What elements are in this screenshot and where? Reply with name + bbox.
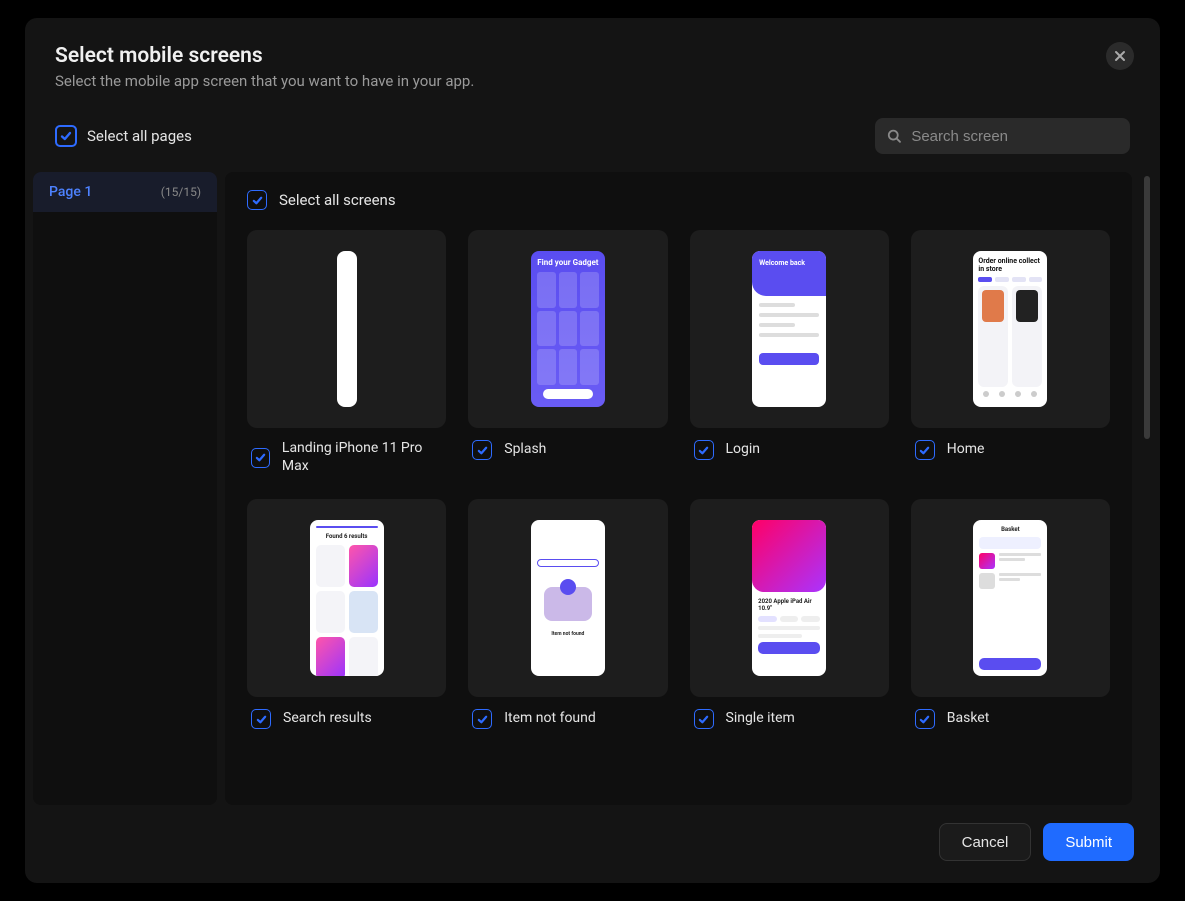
screen-card-single-item: 2020 Apple iPad Air 10.9" Sin (690, 499, 889, 729)
screen-card-splash: Find your Gadget Splash (468, 230, 667, 475)
screen-checkbox[interactable] (472, 440, 492, 460)
screen-name: Single item (726, 710, 795, 728)
screen-checkbox[interactable] (472, 709, 492, 729)
modal-footer: Cancel Submit (25, 805, 1160, 883)
phone-preview: Welcome back (752, 251, 826, 407)
screens-panel: Select all screens Landing iPhone 11 Pro… (225, 172, 1132, 805)
screen-thumbnail[interactable]: Found 6 results (247, 499, 446, 697)
screen-checkbox[interactable] (915, 440, 935, 460)
screen-thumbnail[interactable]: Item not found (468, 499, 667, 697)
page-count: (15/15) (161, 185, 201, 199)
thumb-headline: Order online collect in store (978, 257, 1042, 273)
screen-card-basket: Basket Basket (911, 499, 1110, 729)
select-all-pages-checkbox[interactable] (55, 125, 77, 147)
check-icon (256, 714, 267, 725)
screen-name: Home (947, 441, 985, 459)
submit-button[interactable]: Submit (1043, 823, 1134, 861)
select-all-screens[interactable]: Select all screens (247, 190, 1110, 210)
phone-preview: Basket (973, 520, 1047, 676)
search-icon (887, 128, 901, 144)
thumb-headline: Found 6 results (316, 533, 378, 540)
check-icon (477, 445, 488, 456)
modal-title: Select mobile screens (55, 44, 1130, 68)
phone-preview: Find your Gadget (531, 251, 605, 407)
select-all-pages[interactable]: Select all pages (55, 125, 192, 147)
select-all-pages-label: Select all pages (87, 127, 192, 145)
scrollbar-thumb[interactable] (1144, 176, 1150, 439)
screen-thumbnail[interactable]: 2020 Apple iPad Air 10.9" (690, 499, 889, 697)
screens-grid: Landing iPhone 11 Pro Max Find your Gadg… (247, 230, 1110, 729)
screen-card-login: Welcome back (690, 230, 889, 475)
screen-name: Search results (283, 710, 372, 728)
phone-preview: Order online collect in store (973, 251, 1047, 407)
thumb-headline: Find your Gadget (537, 259, 598, 268)
controls-row: Select all pages (25, 108, 1160, 172)
screen-thumbnail[interactable]: Basket (911, 499, 1110, 697)
check-icon (60, 130, 72, 142)
thumb-headline: Basket (979, 526, 1041, 533)
sidebar-page-item[interactable]: Page 1 (15/15) (33, 172, 217, 212)
thumb-headline: 2020 Apple iPad Air 10.9" (758, 598, 820, 612)
screen-checkbox[interactable] (694, 709, 714, 729)
check-icon (698, 714, 709, 725)
select-screens-modal: Select mobile screens Select the mobile … (25, 18, 1160, 883)
close-icon (1114, 50, 1126, 62)
modal-subtitle: Select the mobile app screen that you wa… (55, 72, 1130, 90)
phone-preview: Found 6 results (310, 520, 384, 676)
check-icon (477, 714, 488, 725)
phone-preview: Item not found (531, 520, 605, 676)
screen-card-not-found: Item not found Item not found (468, 499, 667, 729)
select-all-screens-label: Select all screens (279, 191, 396, 209)
screen-name: Login (726, 441, 761, 459)
check-icon (255, 452, 266, 463)
screen-checkbox[interactable] (251, 448, 270, 468)
screen-checkbox[interactable] (915, 709, 935, 729)
page-label: Page 1 (49, 184, 92, 200)
thumb-headline: Item not found (551, 631, 584, 637)
pages-sidebar: Page 1 (15/15) (33, 172, 217, 805)
select-all-screens-checkbox[interactable] (247, 190, 267, 210)
modal-body: Page 1 (15/15) Select all screens (25, 172, 1160, 805)
phone-preview: 2020 Apple iPad Air 10.9" (752, 520, 826, 676)
close-button[interactable] (1106, 42, 1134, 70)
screen-card-search-results: Found 6 results Search results (247, 499, 446, 729)
screen-checkbox[interactable] (694, 440, 714, 460)
screen-name: Splash (504, 441, 546, 459)
modal-header: Select mobile screens Select the mobile … (25, 18, 1160, 108)
screen-thumbnail[interactable]: Find your Gadget (468, 230, 667, 428)
screen-card-home: Order online collect in store Home (911, 230, 1110, 475)
cancel-button[interactable]: Cancel (939, 823, 1032, 861)
thumb-headline: Welcome back (752, 251, 826, 296)
search-input[interactable] (911, 128, 1118, 145)
screen-name: Basket (947, 710, 990, 728)
check-icon (252, 195, 263, 206)
screen-checkbox[interactable] (251, 709, 271, 729)
check-icon (919, 445, 930, 456)
screen-thumbnail[interactable] (247, 230, 446, 428)
screen-thumbnail[interactable]: Welcome back (690, 230, 889, 428)
check-icon (919, 714, 930, 725)
search-box[interactable] (875, 118, 1130, 154)
screen-name: Item not found (504, 710, 596, 728)
screen-name: Landing iPhone 11 Pro Max (282, 440, 442, 475)
screen-thumbnail[interactable]: Order online collect in store (911, 230, 1110, 428)
check-icon (698, 445, 709, 456)
phone-preview (337, 251, 357, 407)
scrollbar[interactable] (1144, 176, 1150, 801)
screen-card-landing: Landing iPhone 11 Pro Max (247, 230, 446, 475)
